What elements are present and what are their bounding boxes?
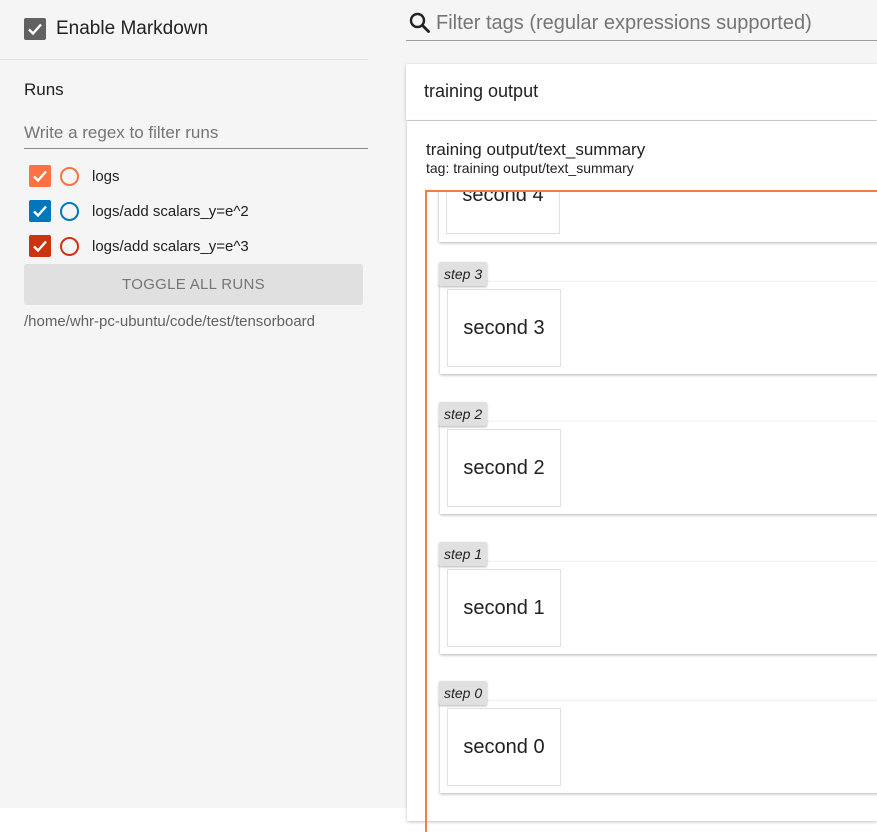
step-label: step 2 [439,402,488,426]
log-directory-path: /home/whr-pc-ubuntu/code/test/tensorboar… [24,313,315,330]
checkmark-icon [33,240,47,253]
tag-filter [406,0,877,41]
text-step-list[interactable]: second 4 second 3 step 3 second 2 step 2… [425,190,877,832]
run-checkbox[interactable] [29,165,51,187]
tag-filter-underline [406,40,877,41]
run-label: logs/add scalars_y=e^3 [92,237,249,255]
text-cell: second 1 [447,569,561,647]
enable-markdown-toggle[interactable]: Enable Markdown [24,17,208,41]
step-text-panel: second 1 [440,562,877,654]
runs-filter-input[interactable] [24,118,368,149]
run-color-radio[interactable] [60,236,79,256]
step-label: step 3 [439,262,488,286]
text-cell: second 2 [447,429,561,507]
run-item-logs-add-scalars-e2[interactable]: logs/add scalars_y=e^2 [29,199,249,223]
step-label: step 0 [439,681,488,705]
step-text-panel: second 3 [440,282,877,374]
run-item-logs-add-scalars-e3[interactable]: logs/add scalars_y=e^3 [29,234,249,258]
run-color-radio[interactable] [60,201,79,221]
text-summary-card: training output/text_summary tag: traini… [407,121,877,832]
text-cell: second 3 [447,289,561,367]
enable-markdown-checkbox[interactable] [24,18,46,40]
text-cell: second 4 [446,192,560,234]
sidebar: Enable Markdown Runs logs logs/add scala… [0,0,388,808]
search-icon [409,12,430,33]
toggle-all-runs-button[interactable]: TOGGLE ALL RUNS [24,264,363,305]
run-checkbox[interactable] [29,235,51,257]
card-tag-line: tag: training output/text_summary [426,160,634,176]
run-checkbox[interactable] [29,200,51,222]
step-label: step 1 [439,542,488,566]
checkmark-icon [33,170,47,183]
run-item-logs[interactable]: logs [29,164,120,188]
runs-title: Runs [24,80,64,99]
step-text-panel: second 2 [440,422,877,514]
sidebar-divider [0,59,368,60]
card-title: training output/text_summary [426,140,646,159]
run-label: logs/add scalars_y=e^2 [92,202,249,220]
step-text-panel: second 0 [440,701,877,793]
enable-markdown-label: Enable Markdown [56,18,209,39]
checkmark-icon [28,23,42,36]
category-title: training output [424,81,539,101]
step-panel-partial: second 4 [439,192,877,242]
run-label: logs [92,167,120,185]
run-color-radio[interactable] [60,166,79,186]
checkmark-icon [33,205,47,218]
category-header[interactable]: training output [406,64,877,120]
text-cell: second 0 [447,708,561,786]
tag-filter-input[interactable] [436,8,876,38]
